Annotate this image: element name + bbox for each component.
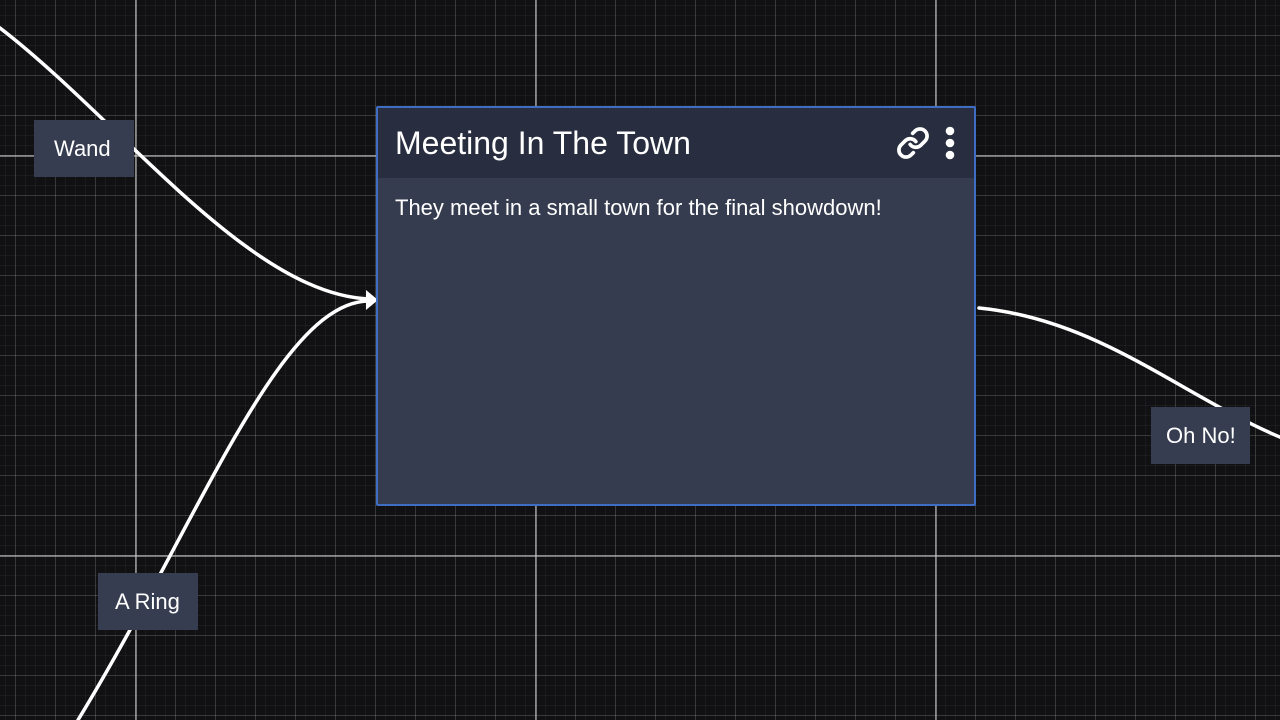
edge-label-text: Wand — [54, 136, 111, 161]
edge-label-text: Oh No! — [1166, 423, 1236, 448]
story-map-canvas[interactable]: Wand A Ring Oh No! Meeting In The Town T… — [0, 0, 1280, 720]
node-header[interactable]: Meeting In The Town — [378, 108, 974, 178]
node-title: Meeting In The Town — [395, 124, 691, 161]
edge-a-ring[interactable] — [76, 299, 372, 720]
edge-label-text: A Ring — [115, 589, 180, 614]
link-icon[interactable] — [896, 126, 930, 160]
edge-label-wand[interactable]: Wand — [34, 120, 134, 177]
more-vertical-icon[interactable] — [944, 126, 956, 160]
edge-label-oh-no[interactable]: Oh No! — [1151, 407, 1250, 464]
node-body-text: They meet in a small town for the final … — [395, 195, 882, 220]
edge-label-a-ring[interactable]: A Ring — [98, 573, 198, 630]
node-body[interactable]: They meet in a small town for the final … — [378, 178, 974, 238]
story-node-card[interactable]: Meeting In The Town They meet in a small… — [376, 106, 976, 506]
